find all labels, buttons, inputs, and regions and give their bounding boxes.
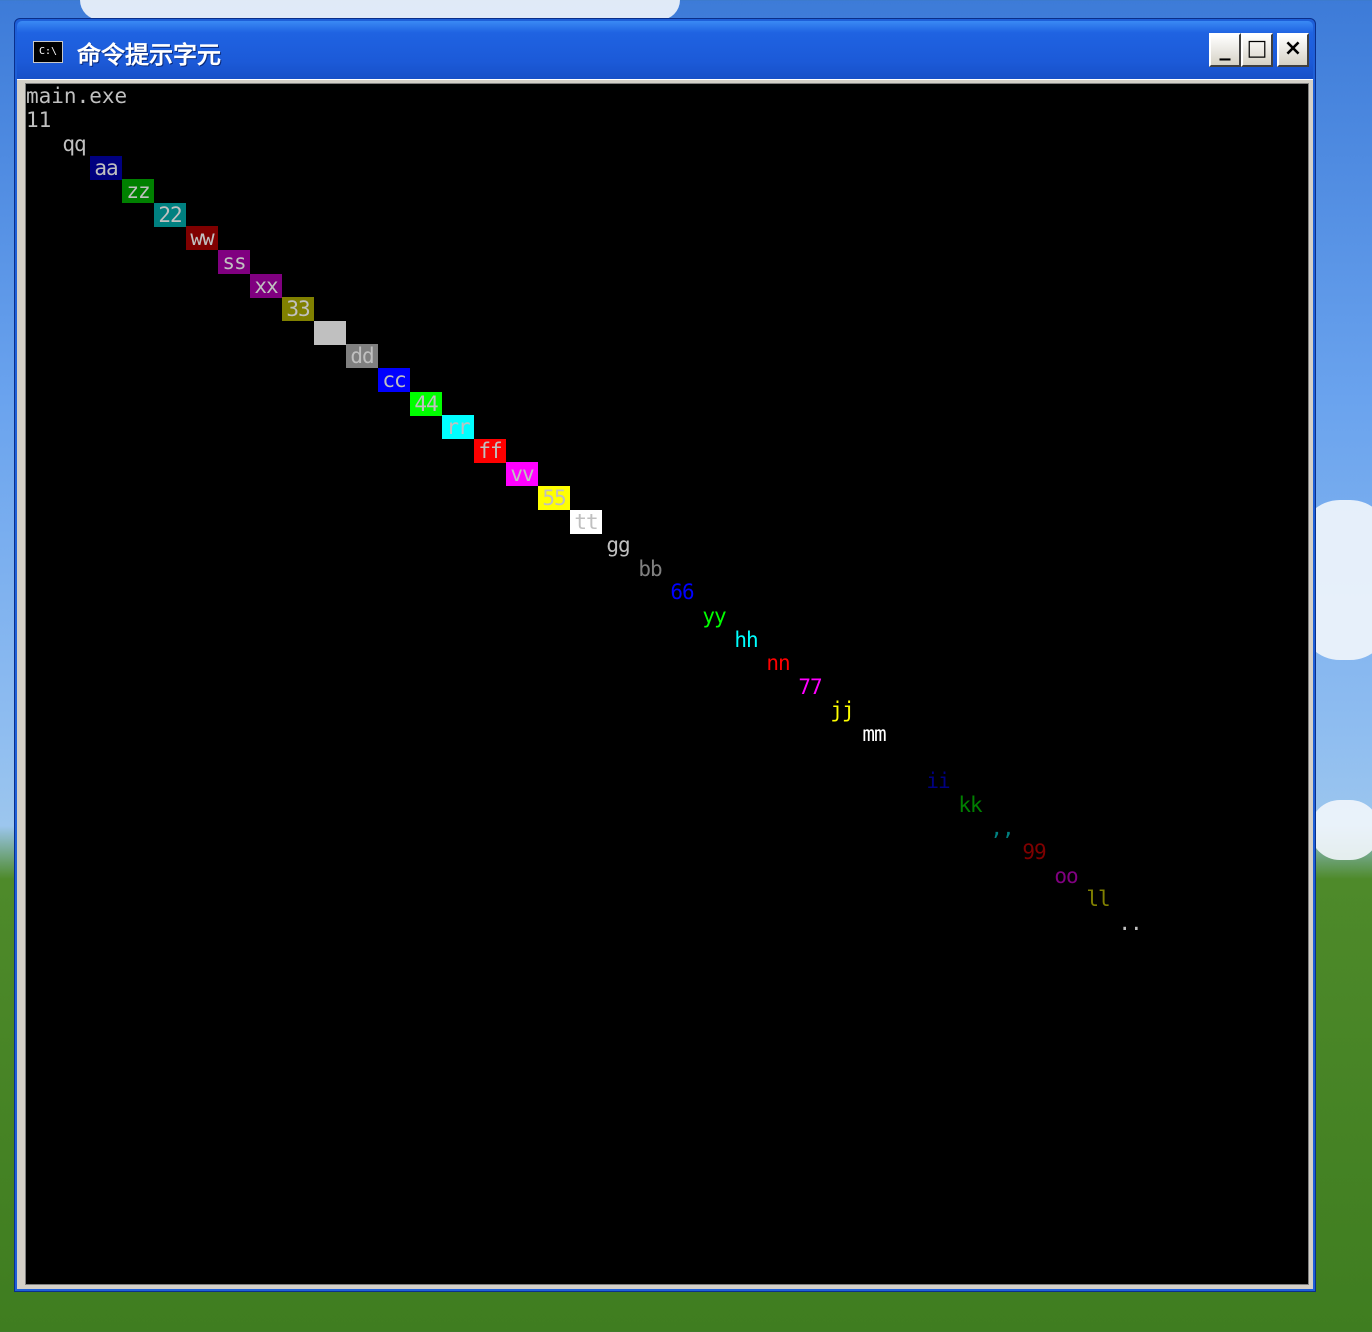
console-colored-cell: zz [122, 179, 154, 203]
console-colored-cell: bb [634, 557, 666, 581]
console-output[interactable]: main.exe 11 qq aa zz 22 ww ss xx 33 dd cc 44 rr ff vv… [25, 83, 1309, 1285]
desktop-cloud [80, 0, 680, 20]
console-colored-cell: oo [1050, 864, 1082, 888]
console-colored-cell: nn [762, 651, 794, 675]
window-title: 命令提示字元 [77, 41, 221, 69]
console-colored-cell: rr [442, 415, 474, 439]
console-app-icon[interactable]: C:\ [33, 41, 63, 63]
console-colored-cell: ww [186, 226, 218, 250]
desktop-cloud [1310, 800, 1372, 860]
console-colored-cell [890, 746, 922, 770]
console-colored-cell: hh [730, 628, 762, 652]
console-colored-cell: tt [570, 510, 602, 534]
console-colored-cell: 99 [1018, 840, 1050, 864]
console-colored-cell: 66 [666, 580, 698, 604]
minimize-button[interactable]: _ [1209, 33, 1241, 67]
minimize-icon: _ [1219, 36, 1231, 61]
console-colored-cell: aa [90, 156, 122, 180]
console-colored-cell: dd [346, 344, 378, 368]
command-prompt-window[interactable]: C:\ 命令提示字元 _ □ × main.exe 11 qq aa zz 22 ww s… [14, 18, 1316, 1292]
console-colored-cell: kk [954, 793, 986, 817]
close-button[interactable]: × [1277, 33, 1309, 67]
console-colored-cell: ,, [986, 816, 1018, 840]
console-line-command: main.exe [26, 84, 128, 108]
console-colored-cell: ll [1082, 887, 1114, 911]
title-bar[interactable]: C:\ 命令提示字元 _ □ × [17, 21, 1313, 79]
console-colored-cell: .. [1114, 911, 1146, 935]
console-colored-cell: jj [826, 698, 858, 722]
console-colored-cell: qq [58, 132, 90, 156]
console-colored-cell: 33 [282, 297, 314, 321]
maximize-icon: □ [1246, 36, 1268, 61]
console-colored-cell: ff [474, 439, 506, 463]
console-colored-cell: yy [698, 604, 730, 628]
console-colored-cell: 44 [410, 392, 442, 416]
console-colored-cell: gg [602, 533, 634, 557]
console-colored-cell: 55 [538, 486, 570, 510]
console-colored-cell: ss [218, 250, 250, 274]
console-colored-cell [314, 321, 346, 345]
console-colored-cell: xx [250, 274, 282, 298]
console-colored-cell: 77 [794, 675, 826, 699]
console-colored-cell: vv [506, 462, 538, 486]
console-colored-cell: mm [858, 722, 890, 746]
maximize-button[interactable]: □ [1241, 33, 1273, 67]
close-icon: × [1283, 36, 1303, 61]
console-colored-cell: cc [378, 368, 410, 392]
console-colored-cell: 22 [154, 203, 186, 227]
console-line-number: 11 [26, 108, 52, 132]
console-colored-cell: ii [922, 769, 954, 793]
